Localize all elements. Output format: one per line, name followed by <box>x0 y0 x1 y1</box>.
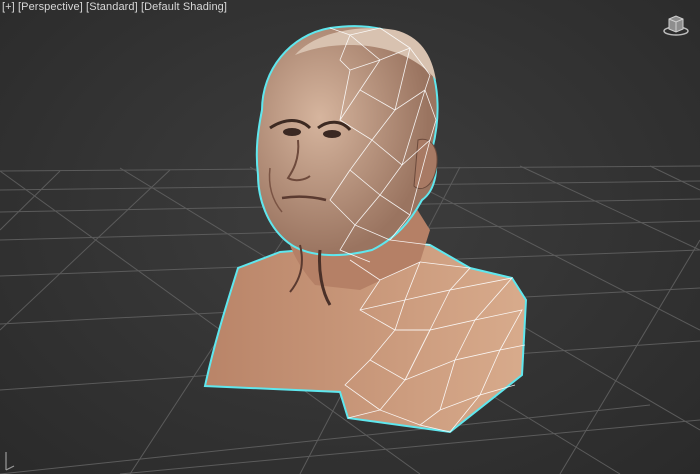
shading-style-button[interactable]: [Default Shading] <box>141 1 227 13</box>
viewport-label: [+] [Perspective] [Standard] [Default Sh… <box>2 1 227 13</box>
axis-tripod-icon <box>2 448 16 472</box>
viewport-menu-button[interactable]: [+] <box>2 1 15 13</box>
viewcube-icon[interactable] <box>662 10 690 38</box>
shading-mode-button[interactable]: [Standard] <box>86 1 138 13</box>
viewport-scene[interactable] <box>0 0 700 474</box>
3d-viewport[interactable]: [+] [Perspective] [Standard] [Default Sh… <box>0 0 700 474</box>
view-type-button[interactable]: [Perspective] <box>18 1 83 13</box>
head-bust-model[interactable] <box>203 25 528 434</box>
